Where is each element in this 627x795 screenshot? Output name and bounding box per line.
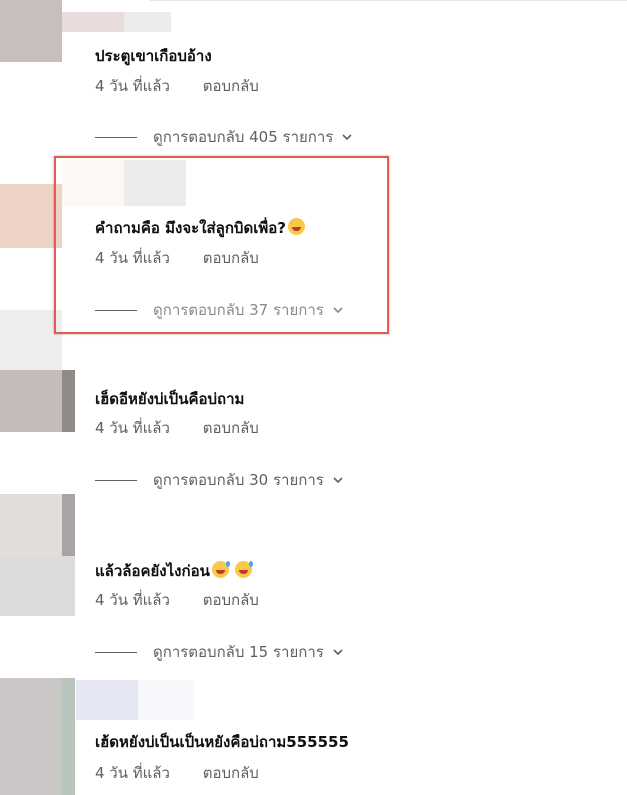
- author-name-blurred: [138, 680, 194, 720]
- view-replies-label: ดูการตอบกลับ 30 รายการ: [153, 471, 324, 489]
- highlight-box: [54, 156, 389, 334]
- view-replies-button[interactable]: ดูการตอบกลับ 405 รายการ: [95, 125, 353, 149]
- comment-time: 4 วัน ที่แล้ว: [95, 77, 170, 95]
- comment-text: เฮ็ดอีหยังบ่เป็นคือบ่ถาม: [95, 390, 245, 408]
- replies-line: [95, 651, 137, 653]
- grinning-sweat-icon: [234, 561, 253, 578]
- author-name-blurred[interactable]: [62, 12, 124, 32]
- top-divider: [150, 0, 627, 1]
- view-replies-label: ดูการตอบกลับ 405 รายการ: [153, 128, 334, 146]
- chevron-down-icon: [333, 649, 343, 656]
- avatar-lower: [0, 556, 75, 616]
- author-name-blurred: [124, 12, 171, 32]
- comment-text-content: แล้วล้อคยังไงก่อน: [95, 562, 210, 580]
- reply-button[interactable]: ตอบกลับ: [203, 764, 259, 782]
- author-name-blurred[interactable]: [76, 680, 138, 720]
- avatar[interactable]: [0, 184, 62, 248]
- replies-line: [95, 136, 137, 138]
- comment-meta: 4 วัน ที่แล้ว ตอบกลับ: [95, 761, 259, 785]
- comment-text: ประตูเขาเกือบอ้าง: [95, 47, 212, 65]
- comment-time: 4 วัน ที่แล้ว: [95, 419, 170, 437]
- avatar[interactable]: [0, 370, 62, 432]
- view-replies-label: ดูการตอบกลับ 15 รายการ: [153, 643, 324, 661]
- view-replies-button[interactable]: ดูการตอบกลับ 30 รายการ: [95, 468, 344, 492]
- avatar[interactable]: [0, 0, 62, 62]
- chevron-down-icon: [333, 477, 343, 484]
- reply-button[interactable]: ตอบกลับ: [203, 77, 259, 95]
- chevron-down-icon: [342, 134, 352, 141]
- reply-button[interactable]: ตอบกลับ: [203, 591, 259, 609]
- reply-button[interactable]: ตอบกลับ: [203, 419, 259, 437]
- replies-line: [95, 479, 137, 481]
- avatar-edge: [62, 494, 75, 556]
- comment-meta: 4 วัน ที่แล้ว ตอบกลับ: [95, 74, 259, 98]
- view-replies-button[interactable]: ดูการตอบกลับ 15 รายการ: [95, 640, 344, 664]
- comment-meta: 4 วัน ที่แล้ว ตอบกลับ: [95, 416, 259, 440]
- comment-time: 4 วัน ที่แล้ว: [95, 764, 170, 782]
- avatar-edge: [62, 678, 75, 795]
- comment-meta: 4 วัน ที่แล้ว ตอบกลับ: [95, 588, 259, 612]
- grinning-sweat-icon: [211, 561, 230, 578]
- comment-text: แล้วล้อคยังไงก่อน: [95, 559, 253, 583]
- comment-text: เฮ้ดหยังบ่เป็นเป็นหยังคือบ่ถาม555555: [95, 733, 349, 751]
- avatar[interactable]: [0, 678, 62, 795]
- comment-time: 4 วัน ที่แล้ว: [95, 591, 170, 609]
- avatar[interactable]: [0, 494, 62, 556]
- avatar-edge: [62, 370, 75, 432]
